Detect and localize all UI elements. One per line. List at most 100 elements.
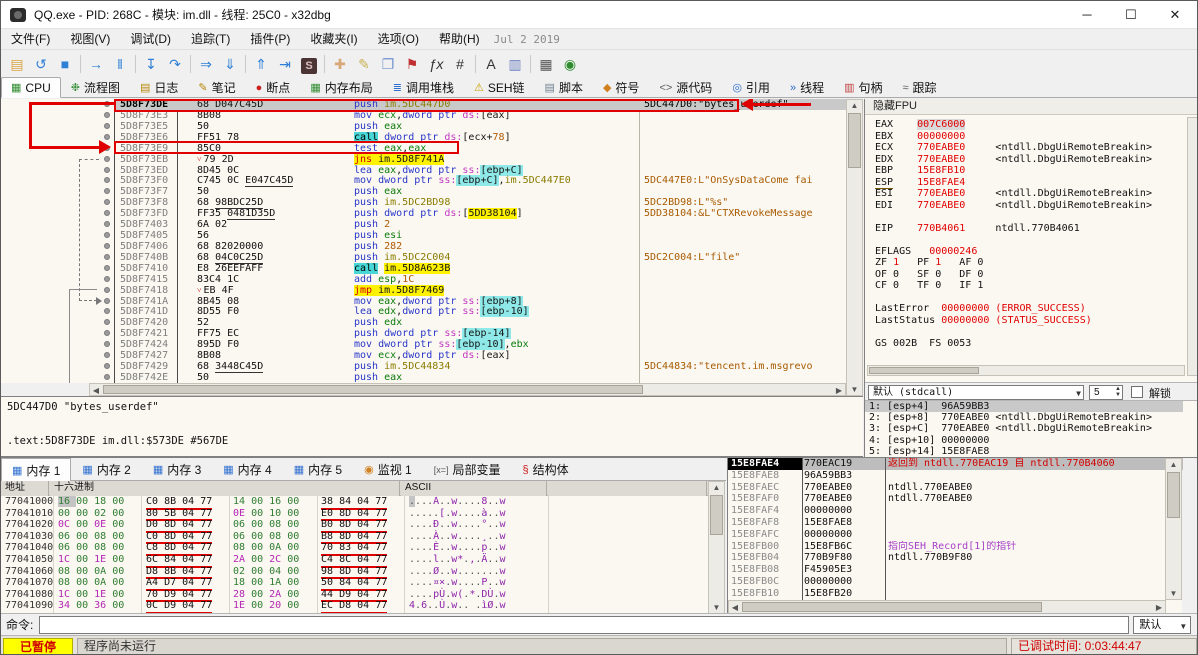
stop-icon[interactable]: ■ bbox=[53, 53, 77, 75]
dump-row[interactable]: 77041020 0C 00 0E 00 D0 8D 04 77 06 00 08 0… bbox=[1, 519, 708, 533]
menu-调试(D)[interactable]: 调试(D) bbox=[120, 32, 181, 46]
tab-线程[interactable]: » 线程 bbox=[780, 77, 834, 97]
menu-选项(O)[interactable]: 选项(O) bbox=[368, 32, 429, 46]
tab-结构体[interactable]: § 结构体 bbox=[512, 458, 580, 480]
run-to-user-code-icon[interactable]: ⇥ bbox=[273, 53, 297, 75]
disassembly-panel[interactable]: 5D8F73DE 68 D047C45D push im.5DC447D0 5DC44… bbox=[1, 99, 846, 383]
tab-调用堆栈[interactable]: ≣ 调用堆栈 bbox=[383, 77, 464, 97]
disasm-row[interactable]: 5D8F741D 8D55 F0 lea edx,dword ptr ss:[ebp… bbox=[1, 306, 846, 317]
breakpoint-dot[interactable] bbox=[104, 123, 110, 129]
tab-局部变量[interactable]: [x=] 局部变量 bbox=[423, 458, 512, 480]
tab-脚本[interactable]: ▤ 脚本 bbox=[535, 77, 593, 97]
tab-CPU[interactable]: ▦ CPU bbox=[1, 77, 61, 98]
dump-row[interactable]: 77041050 1C 00 1E 00 6C 84 04 77 2A 00 2C 0… bbox=[1, 554, 708, 568]
dump-vscrollbar[interactable]: ▲ ▼ bbox=[708, 481, 725, 614]
argument-row[interactable]: 2: [esp+8] 770EABE0 <ntdll.DbgUiRemoteBr… bbox=[865, 412, 1183, 423]
breakpoint-dot[interactable] bbox=[104, 298, 110, 304]
tab-源代码[interactable]: <> 源代码 bbox=[649, 77, 722, 97]
stack-row[interactable]: 15E8FAF4 00000000 bbox=[728, 505, 1183, 517]
stack-row[interactable]: 15E8FAF0 770EABE0 ntdll.770EABE0 bbox=[728, 493, 1183, 505]
arg-count-spinner[interactable]: 5 ▲ ▼ bbox=[1089, 385, 1123, 400]
patch-icon[interactable]: ✚ bbox=[328, 53, 352, 75]
dump-row[interactable]: 77041070 08 00 0A 00 A4 D7 04 77 18 00 1A 0… bbox=[1, 577, 708, 591]
disasm-row[interactable]: 5D8F73FD FF35 0481D35D push dword ptr ds:[… bbox=[1, 208, 846, 220]
menu-收藏夹(I)[interactable]: 收藏夹(I) bbox=[300, 32, 367, 46]
tab-SEH链[interactable]: ⚠ SEH链 bbox=[464, 77, 535, 97]
breakpoint-dot[interactable] bbox=[104, 330, 110, 336]
dump-row[interactable]: 77041080 1C 00 1E 00 70 D9 04 77 28 00 2A 0… bbox=[1, 589, 708, 603]
tab-内存 4[interactable]: ▦ 内存 4 bbox=[212, 458, 282, 480]
disasm-vscrollbar[interactable]: ▲ ▼ bbox=[846, 99, 863, 396]
restart-icon[interactable]: ↺ bbox=[29, 53, 53, 75]
stack-row[interactable]: 15E8FB0C 00000000 bbox=[728, 576, 1183, 588]
disasm-row[interactable]: 5D8F7420 52 push edx bbox=[1, 317, 846, 328]
disasm-row[interactable]: 5D8F7424 895D F0 mov dword ptr ss:[ebp-10]… bbox=[1, 339, 846, 350]
disasm-hscrollbar[interactable]: ◀ ▶ bbox=[89, 383, 846, 396]
breakpoint-dot[interactable] bbox=[104, 112, 110, 118]
menu-插件(P)[interactable]: 插件(P) bbox=[240, 32, 300, 46]
step-into-icon[interactable]: ↧ bbox=[139, 53, 163, 75]
registers-list[interactable]: EAX 007C6000 EBX 00000000 ECX 770EABE0 <nt… bbox=[875, 119, 1152, 349]
breakpoint-dot[interactable] bbox=[104, 221, 110, 227]
menu-帮助(H)[interactable]: 帮助(H) bbox=[429, 32, 490, 46]
disasm-row[interactable]: 5D8F7415 83C4 1C add esp,1C bbox=[1, 274, 846, 285]
trace-over-icon[interactable]: ⇓ bbox=[218, 53, 242, 75]
calling-convention-select[interactable]: 默认 (stdcall) ▼ bbox=[868, 385, 1084, 400]
step-over-icon[interactable]: ↷ bbox=[163, 53, 187, 75]
breakpoint-dot[interactable] bbox=[104, 232, 110, 238]
disasm-row[interactable]: 5D8F7403 6A 02 push 2 bbox=[1, 219, 846, 230]
breakpoint-dot[interactable] bbox=[104, 177, 110, 183]
disasm-row[interactable]: 5D8F7421 FF75 EC push dword ptr ss:[ebp-14… bbox=[1, 328, 846, 339]
tab-笔记[interactable]: ✎ 笔记 bbox=[188, 77, 245, 97]
maximize-button[interactable]: ☐ bbox=[1109, 1, 1153, 29]
breakpoint-dot[interactable] bbox=[104, 276, 110, 282]
minimize-button[interactable]: ─ bbox=[1065, 1, 1109, 29]
tab-符号[interactable]: ◆ 符号 bbox=[593, 77, 649, 97]
scylla-icon[interactable]: S bbox=[297, 53, 321, 75]
stack-row[interactable]: 15E8FAE4 770EAC19 返回到 ntdll.770EAC19 自 ntd… bbox=[728, 458, 1183, 470]
argument-row[interactable]: 4: [esp+10] 00000000 bbox=[865, 435, 1183, 446]
function-icon[interactable]: ƒx bbox=[424, 53, 448, 75]
stack-row[interactable]: 15E8FB00 15E8FB6C 指向SEH_Record[1]的指针 bbox=[728, 541, 1183, 553]
disasm-row[interactable]: 5D8F73EB ˅ 79 2D jns im.5D8F741A bbox=[1, 154, 846, 165]
breakpoint-dot[interactable] bbox=[104, 254, 110, 260]
disasm-row[interactable]: 5D8F7410 E8 26EEFAFF call im.5D8A623B bbox=[1, 263, 846, 274]
breakpoint-dot[interactable] bbox=[104, 363, 110, 369]
comment-icon[interactable]: ✎ bbox=[352, 53, 376, 75]
breakpoint-dot[interactable] bbox=[104, 210, 110, 216]
breakpoint-dot[interactable] bbox=[104, 167, 110, 173]
hash-icon[interactable]: # bbox=[448, 53, 472, 75]
tab-内存 2[interactable]: ▦ 内存 2 bbox=[71, 458, 141, 480]
stack-panel[interactable]: 15E8FAE4 770EAC19 返回到 ntdll.770EAC19 自 ntd… bbox=[727, 458, 1183, 614]
breakpoint-dot[interactable] bbox=[104, 243, 110, 249]
disasm-row[interactable]: 5D8F7429 68 3448C45D push im.5DC44834 5DC44… bbox=[1, 361, 846, 373]
command-mode-select[interactable]: 默认 ▼ bbox=[1133, 615, 1192, 634]
dump-row[interactable]: 77041010 00 00 02 00 80 5B 04 77 0E 00 10 0… bbox=[1, 508, 708, 522]
breakpoint-dot[interactable] bbox=[104, 341, 110, 347]
breakpoint-dot[interactable] bbox=[104, 199, 110, 205]
breakpoint-dot[interactable] bbox=[104, 188, 110, 194]
breakpoint-dot[interactable] bbox=[104, 156, 110, 162]
disasm-row[interactable]: 5D8F7418 ˅ EB 4F jmp im.5D8F7469 bbox=[1, 285, 846, 296]
disasm-row[interactable]: 5D8F73F7 50 push eax bbox=[1, 186, 846, 197]
calculator-icon[interactable]: ▦ bbox=[534, 53, 558, 75]
text-az-icon[interactable]: A bbox=[479, 53, 503, 75]
disasm-row[interactable]: 5D8F7427 8B08 mov ecx,dword ptr ds:[eax] bbox=[1, 350, 846, 361]
arguments-list[interactable]: 1: [esp+4] 96A59BB3 2: [esp+8] 770EABE0 <… bbox=[865, 401, 1197, 457]
stack-row[interactable]: 15E8FB04 770B9F80 ntdll.770B9F80 bbox=[728, 552, 1183, 564]
dump-row[interactable]: 77041090 34 00 36 00 0C D9 04 77 1E 00 20 0… bbox=[1, 600, 708, 614]
disasm-row[interactable]: 5D8F73E5 50 push eax bbox=[1, 121, 846, 132]
argument-row[interactable]: 5: [esp+14] 15E8FAE8 bbox=[865, 446, 1183, 457]
menu-追踪(T)[interactable]: 追踪(T) bbox=[181, 32, 240, 46]
dump-row[interactable]: 77041030 06 00 08 00 C0 8D 04 77 06 00 08 0… bbox=[1, 531, 708, 545]
hide-fpu-button[interactable]: 隐藏FPU bbox=[865, 99, 1197, 115]
breakpoint-dot[interactable] bbox=[104, 319, 110, 325]
tab-监视 1[interactable]: ◉ 监视 1 bbox=[353, 458, 423, 480]
disasm-row[interactable]: 5D8F742E 50 push eax bbox=[1, 372, 846, 383]
stack-row[interactable]: 15E8FAEC 770EABE0 ntdll.770EABE0 bbox=[728, 482, 1183, 494]
registers-hscrollbar[interactable] bbox=[867, 365, 1185, 376]
tab-句柄[interactable]: ▥ 句柄 bbox=[834, 77, 892, 97]
breakpoint-dot[interactable] bbox=[104, 287, 110, 293]
close-button[interactable]: ✕ bbox=[1153, 1, 1197, 29]
argument-row[interactable]: 1: [esp+4] 96A59BB3 bbox=[865, 401, 1183, 413]
